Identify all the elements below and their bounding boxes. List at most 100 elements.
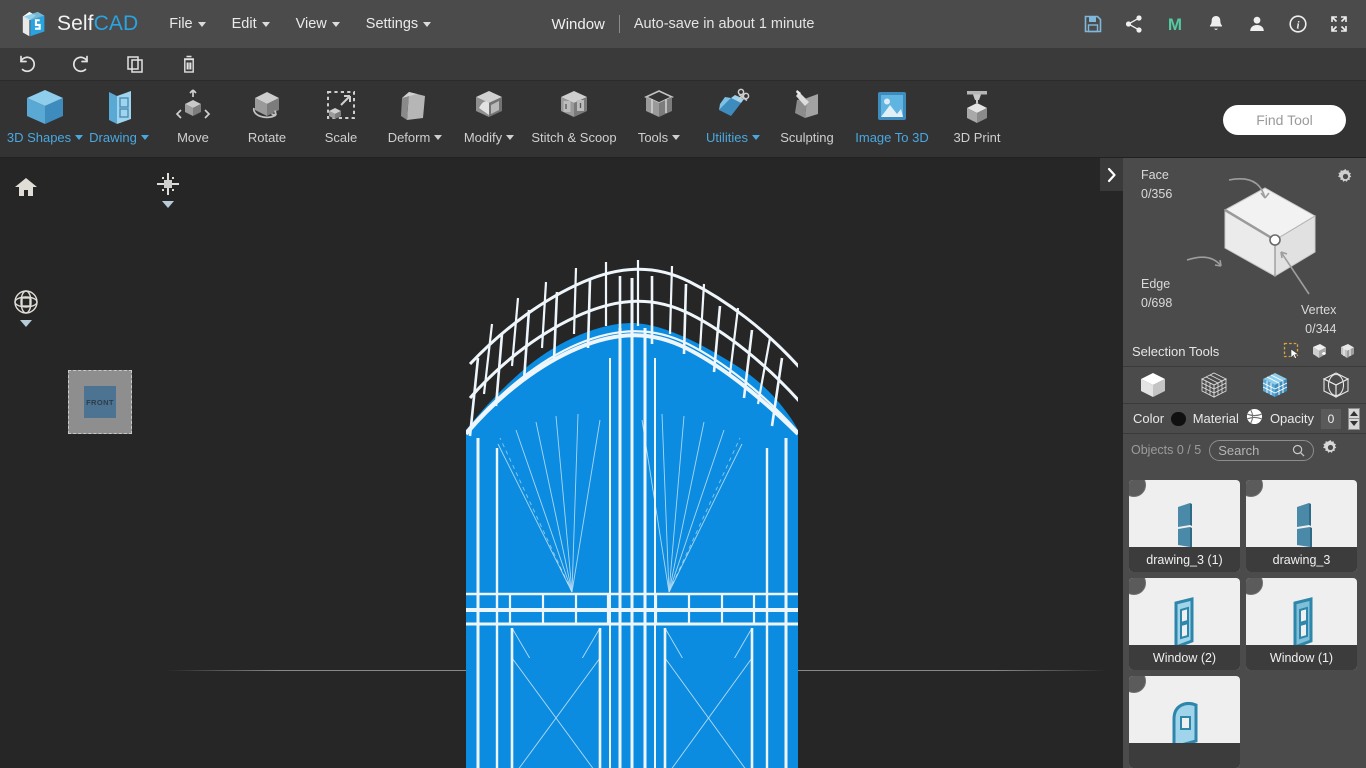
chevron-down-icon <box>434 135 443 140</box>
ribbon-drawing[interactable]: Drawing <box>82 81 156 157</box>
menu-file[interactable]: File <box>156 10 218 38</box>
search-icon <box>1293 444 1305 456</box>
objects-header: Objects 0 / 5 <box>1123 434 1366 466</box>
rectangle-select-icon[interactable] <box>1283 342 1301 360</box>
objects-grid: drawing_3 (1) drawing_3 Window (2) Windo… <box>1123 474 1366 768</box>
ribbon-3d-print[interactable]: 3D Print <box>940 81 1014 157</box>
select-through-icon[interactable] <box>1311 342 1329 360</box>
main-ribbon-toolbar: 3D Shapes Drawing Move Rotate Scale Defo… <box>0 81 1366 158</box>
ribbon-label: 3D Print <box>953 130 1001 145</box>
objects-search-box[interactable] <box>1209 439 1315 461</box>
selection-info-preview: Face 0/356 Edge 0/698 Vertex 0/344 <box>1123 158 1366 336</box>
window-body <box>466 260 798 768</box>
ribbon-label: Drawing <box>89 130 149 145</box>
material-row: Color Material Opacity 0 <box>1123 404 1366 434</box>
color-label: Color <box>1133 411 1165 426</box>
ribbon-rotate[interactable]: Rotate <box>230 81 304 157</box>
menu-edit[interactable]: Edit <box>219 10 283 38</box>
color-swatch-button[interactable] <box>1171 411 1186 426</box>
ribbon-label: Sculpting <box>780 130 834 145</box>
selection-tools-label: Selection Tools <box>1132 343 1220 359</box>
find-tool-input[interactable] <box>1223 112 1346 128</box>
selfcad-logo-icon <box>22 11 45 37</box>
selfcad-logo[interactable]: SelfCAD <box>20 9 138 39</box>
ribbon-stitch-scoop[interactable]: Stitch & Scoop <box>526 81 622 157</box>
move-arrows-icon <box>171 85 215 129</box>
notifications-bell-icon[interactable] <box>1205 13 1227 35</box>
ribbon-label: Scale <box>324 130 358 145</box>
ribbon-tools[interactable]: Tools <box>622 81 696 157</box>
deform-icon <box>393 85 437 129</box>
undo-redo-toolbar <box>0 48 1366 81</box>
info-icon[interactable]: i <box>1287 13 1309 35</box>
rotate-cube-icon <box>245 85 289 129</box>
3d-viewport[interactable]: FRONT <box>0 158 1108 768</box>
chevron-down-icon <box>506 135 515 140</box>
share-icon[interactable] <box>1123 13 1145 35</box>
undo-button[interactable] <box>0 48 54 80</box>
redo-button[interactable] <box>54 48 108 80</box>
save-icon[interactable] <box>1082 13 1104 35</box>
opacity-input[interactable]: 0 <box>1321 408 1341 429</box>
ribbon-label: Utilities <box>706 130 760 145</box>
chevron-down-icon <box>140 135 149 140</box>
menu-settings[interactable]: Settings <box>353 10 444 38</box>
menu-view[interactable]: View <box>283 10 353 38</box>
outline-cube-icon[interactable] <box>1305 367 1366 403</box>
wireframe-cube-icon[interactable] <box>1184 367 1245 403</box>
sculpting-icon <box>785 85 829 129</box>
scale-icon <box>319 85 363 129</box>
object-card[interactable] <box>1129 676 1240 768</box>
selection-tools-icons <box>1283 342 1357 360</box>
opacity-decrease-button[interactable] <box>1349 419 1359 429</box>
ribbon-label: Deform <box>388 130 443 145</box>
ribbon-scale[interactable]: Scale <box>304 81 378 157</box>
selfcad-app-window: SelfCAD File Edit View Settings Window A… <box>0 0 1366 768</box>
selection-settings-gear-button[interactable] <box>1337 168 1354 190</box>
object-card[interactable]: Window (1) <box>1246 578 1357 670</box>
tools-cube-icon <box>637 85 681 129</box>
m-logo-icon[interactable]: M <box>1164 13 1186 35</box>
objects-settings-gear-button[interactable] <box>1322 439 1339 461</box>
objects-count-label: Objects 0 / 5 <box>1131 443 1202 457</box>
ribbon-modify[interactable]: Modify <box>452 81 526 157</box>
modify-icon <box>467 85 511 129</box>
delete-button[interactable] <box>162 48 216 80</box>
selection-box-illustration <box>1186 178 1316 295</box>
face-count-label: Face 0/356 <box>1141 168 1173 201</box>
stitch-scoop-icon <box>552 85 596 129</box>
object-card[interactable]: Window (2) <box>1129 578 1240 670</box>
ribbon-sculpting[interactable]: Sculpting <box>770 81 844 157</box>
top-right-icons: M i <box>1082 0 1350 48</box>
copy-button[interactable] <box>108 48 162 80</box>
fullscreen-icon[interactable] <box>1328 13 1350 35</box>
quads-cube-icon[interactable] <box>1245 367 1306 403</box>
logo-text: SelfCAD <box>57 12 139 35</box>
object-card[interactable]: drawing_3 (1) <box>1129 480 1240 572</box>
opacity-stepper[interactable] <box>1348 407 1360 430</box>
ribbon-label: 3D Shapes <box>7 130 84 145</box>
user-account-icon[interactable] <box>1246 13 1268 35</box>
selection-tools-row: Selection Tools <box>1123 336 1366 366</box>
material-label: Material <box>1192 411 1239 426</box>
svg-text:i: i <box>1296 20 1300 32</box>
objects-search-input[interactable] <box>1218 442 1293 458</box>
ribbon-image-to-3d[interactable]: Image To 3D <box>844 81 940 157</box>
object-card[interactable]: drawing_3 <box>1246 480 1357 572</box>
material-sphere-icon[interactable] <box>1246 408 1263 430</box>
ribbon-deform[interactable]: Deform <box>378 81 452 157</box>
edge-count-label: Edge 0/698 <box>1141 277 1173 310</box>
collapse-right-panel-button[interactable] <box>1100 158 1123 191</box>
3d-print-icon <box>955 85 999 129</box>
select-group-icon[interactable] <box>1339 342 1357 360</box>
find-tool-search[interactable] <box>1223 105 1346 135</box>
ribbon-move[interactable]: Move <box>156 81 230 157</box>
solid-cube-icon[interactable] <box>1123 367 1184 403</box>
opacity-increase-button[interactable] <box>1349 409 1359 419</box>
ribbon-3d-shapes[interactable]: 3D Shapes <box>7 81 84 157</box>
model-arched-window[interactable] <box>0 158 1108 768</box>
chevron-down-icon <box>672 135 681 140</box>
object-name: Window (1) <box>1246 645 1357 670</box>
view-mode-row <box>1123 366 1366 404</box>
ribbon-utilities[interactable]: Utilities <box>696 81 770 157</box>
